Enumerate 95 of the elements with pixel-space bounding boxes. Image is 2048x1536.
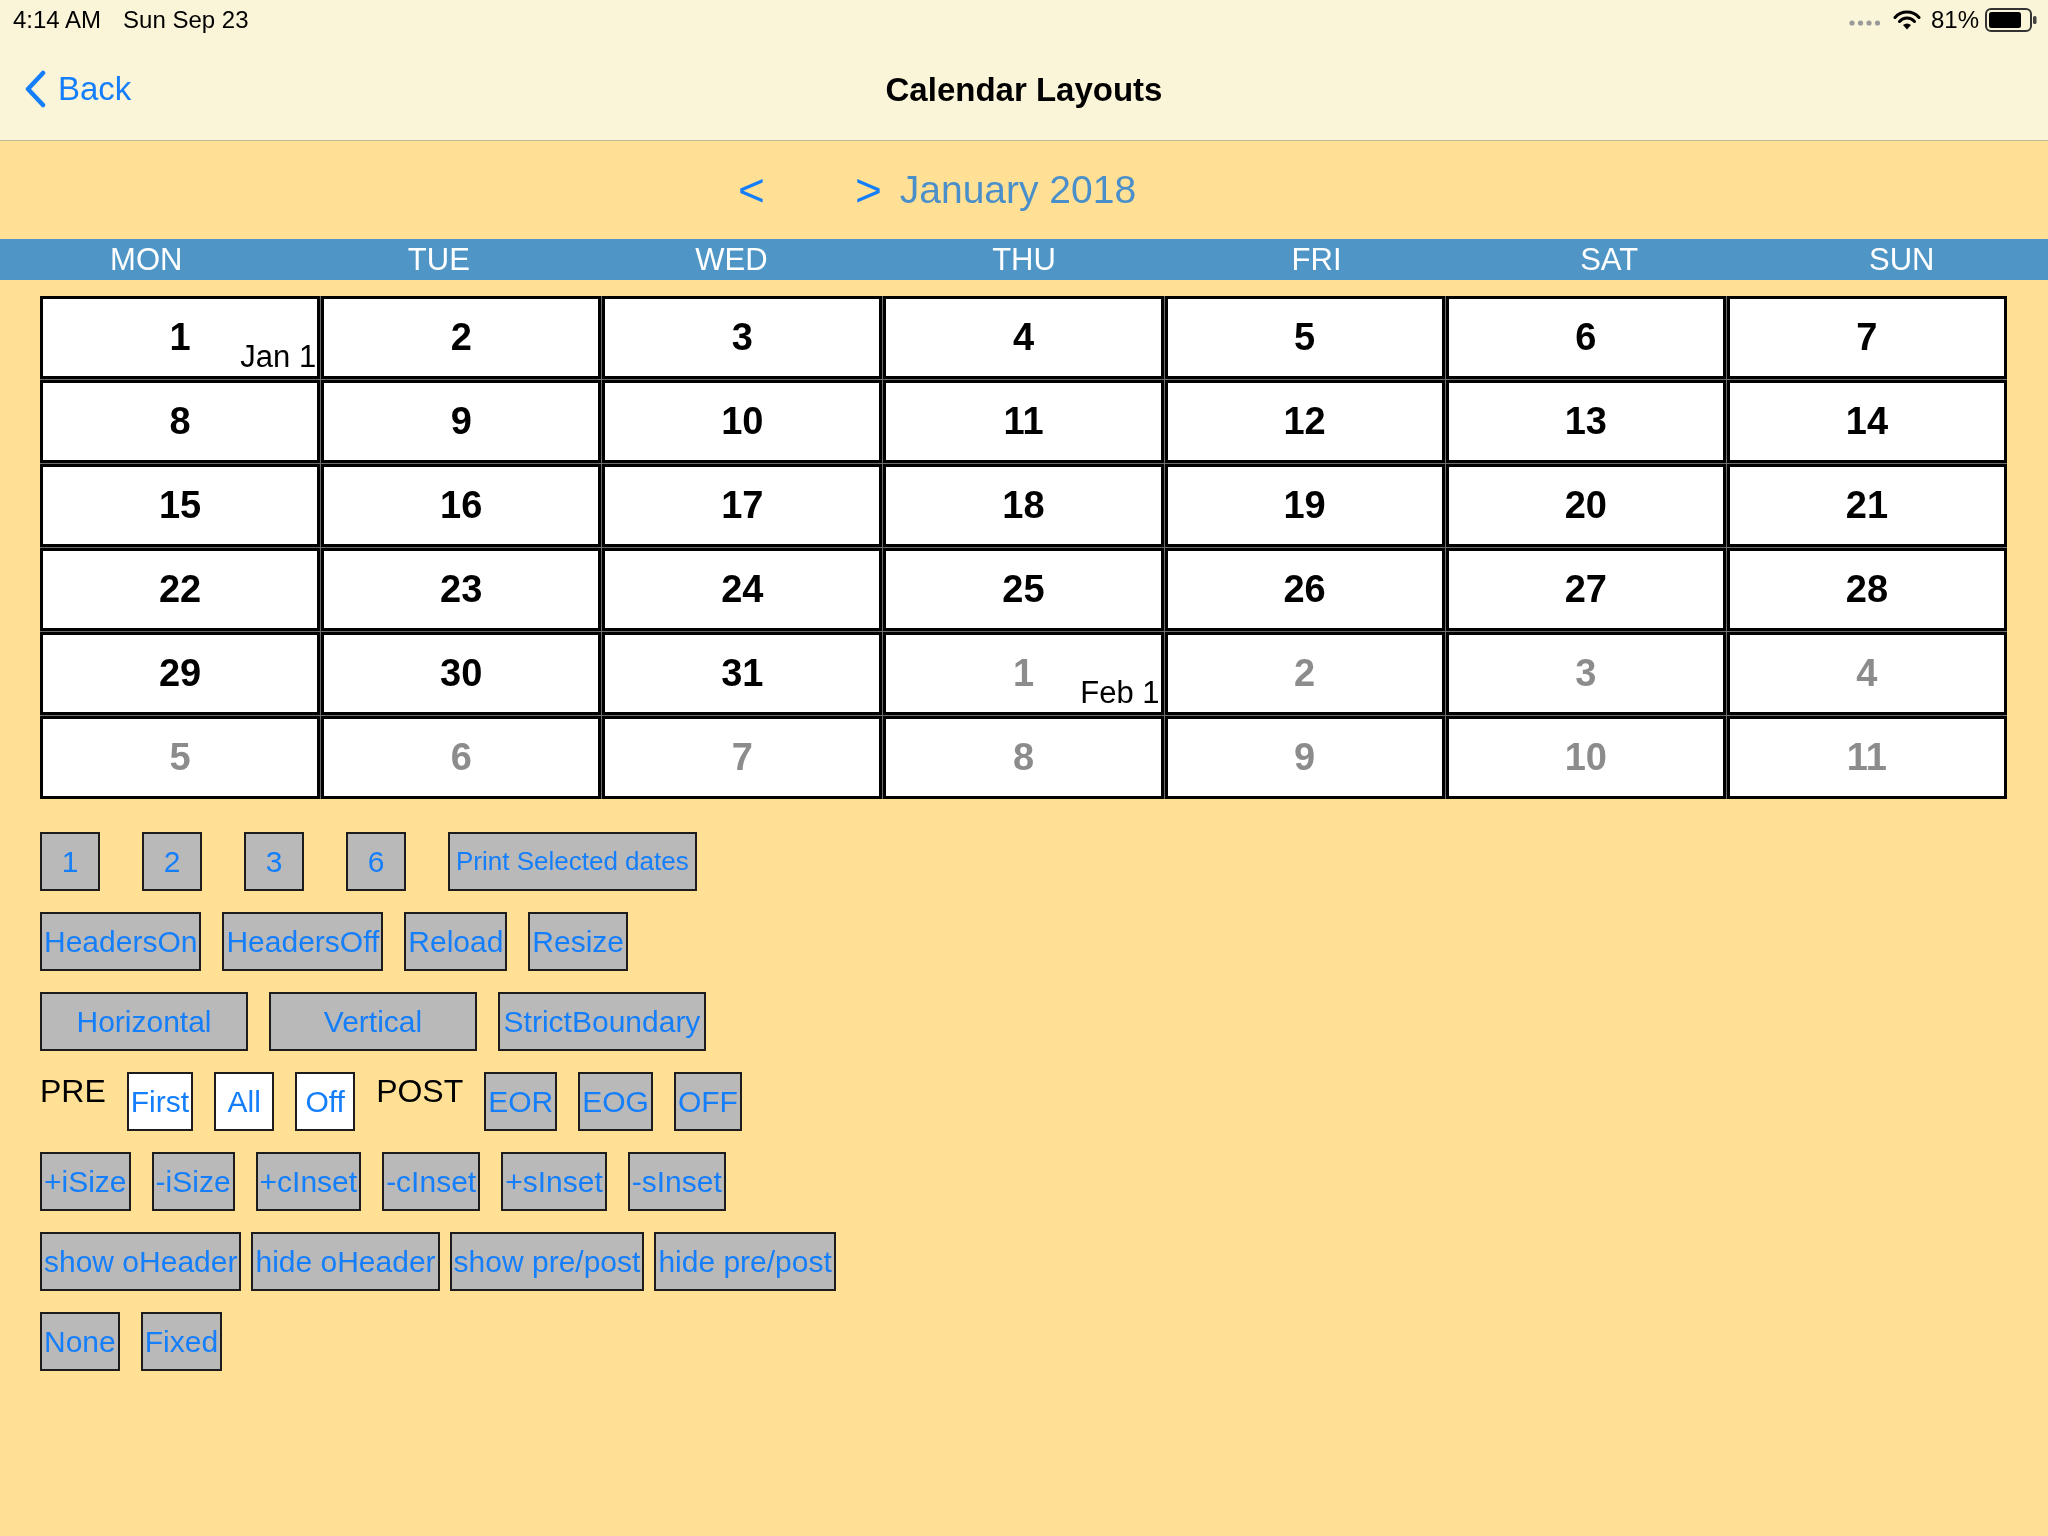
day-cell[interactable]: 5 <box>40 716 321 799</box>
cellular-signal-icon <box>1848 20 1881 26</box>
day-cell[interactable]: 16 <box>321 464 602 547</box>
day-cell[interactable]: 26 <box>1164 548 1445 631</box>
day-cell[interactable]: 6 <box>1445 296 1726 379</box>
option-button[interactable]: All <box>214 1072 275 1131</box>
day-cell[interactable]: 24 <box>602 548 883 631</box>
status-time: 4:14 AM <box>13 6 102 34</box>
day-cell[interactable]: 18 <box>883 464 1164 547</box>
action-button[interactable]: 6 <box>346 832 406 891</box>
weekday-label: WED <box>695 244 768 275</box>
day-cell[interactable]: 19 <box>1164 464 1445 547</box>
action-button[interactable]: Resize <box>528 912 629 971</box>
next-month-button[interactable]: > <box>854 167 882 213</box>
chevron-left-icon <box>24 70 46 108</box>
day-cell[interactable]: 5 <box>1164 296 1445 379</box>
battery-icon <box>1985 8 2037 32</box>
action-button[interactable]: StrictBoundary <box>498 992 706 1051</box>
day-cell[interactable]: 15 <box>40 464 321 547</box>
day-cell[interactable]: 2 <box>1164 632 1445 715</box>
day-cell[interactable]: 29 <box>40 632 321 715</box>
action-button[interactable]: hide oHeader <box>251 1232 440 1291</box>
day-cell[interactable]: 8 <box>40 380 321 463</box>
action-button[interactable]: -cInset <box>382 1152 481 1211</box>
action-button[interactable]: 3 <box>244 832 304 891</box>
day-cell[interactable]: 27 <box>1445 548 1726 631</box>
day-cell[interactable]: 25 <box>883 548 1164 631</box>
action-button[interactable]: EOR <box>484 1072 558 1131</box>
day-cell[interactable]: 7 <box>1726 296 2007 379</box>
weekday-label: SUN <box>1869 244 1935 275</box>
action-button[interactable]: Reload <box>404 912 508 971</box>
day-cell[interactable]: 10 <box>602 380 883 463</box>
day-cell[interactable]: 20 <box>1445 464 1726 547</box>
day-cell[interactable]: 31 <box>602 632 883 715</box>
option-button[interactable]: First <box>126 1072 194 1131</box>
day-cell[interactable]: 4 <box>1726 632 2007 715</box>
action-button[interactable]: Print Selected dates <box>448 832 697 891</box>
day-cell[interactable]: 3 <box>1445 632 1726 715</box>
action-button[interactable]: Horizontal <box>40 992 248 1051</box>
action-button[interactable]: 2 <box>142 832 202 891</box>
day-cell[interactable]: 1 Jan 1 <box>40 296 321 379</box>
day-cell[interactable]: 12 <box>1164 380 1445 463</box>
action-button[interactable]: OFF <box>673 1072 742 1131</box>
action-button[interactable]: +cInset <box>255 1152 362 1211</box>
weekday-label: THU <box>992 244 1056 275</box>
action-button[interactable]: Fixed <box>140 1312 223 1371</box>
action-button[interactable]: +iSize <box>40 1152 131 1211</box>
action-button[interactable]: 1 <box>40 832 100 891</box>
day-cell[interactable]: 7 <box>602 716 883 799</box>
day-cell[interactable]: 21 <box>1726 464 2007 547</box>
month-start-label: Jan 1 <box>240 339 317 374</box>
action-button[interactable]: Vertical <box>269 992 477 1051</box>
day-cell[interactable]: 2 <box>321 296 602 379</box>
page-title: Calendar Layouts <box>885 71 1163 109</box>
action-button[interactable]: -sInset <box>627 1152 726 1211</box>
battery-percentage: 81% <box>1930 6 1979 34</box>
month-title: January 2018 <box>899 168 1137 212</box>
weekday-label: TUE <box>407 244 470 275</box>
status-date: Sun Sep 23 <box>123 6 249 34</box>
option-button[interactable]: Off <box>295 1072 356 1131</box>
day-cell[interactable]: 3 <box>602 296 883 379</box>
day-cell[interactable]: 11 <box>883 380 1164 463</box>
day-cell[interactable]: 22 <box>40 548 321 631</box>
action-button[interactable]: show pre/post <box>449 1232 645 1291</box>
day-cell[interactable]: 13 <box>1445 380 1726 463</box>
action-button[interactable]: HeadersOn <box>40 912 202 971</box>
weekday-label: MON <box>110 244 183 275</box>
day-cell[interactable]: 9 <box>1164 716 1445 799</box>
action-button[interactable]: -iSize <box>151 1152 235 1211</box>
wifi-icon <box>1892 10 1921 30</box>
action-button[interactable]: +sInset <box>501 1152 607 1211</box>
action-button[interactable]: EOG <box>578 1072 653 1131</box>
day-cell[interactable]: 17 <box>602 464 883 547</box>
day-cell[interactable]: 14 <box>1726 380 2007 463</box>
group-label: PRE <box>40 1074 106 1110</box>
action-button[interactable]: hide pre/post <box>654 1232 836 1291</box>
group-label: POST <box>376 1074 464 1110</box>
action-button[interactable]: None <box>40 1312 120 1371</box>
day-cell[interactable]: 28 <box>1726 548 2007 631</box>
day-cell[interactable]: 4 <box>883 296 1164 379</box>
day-cell[interactable]: 8 <box>883 716 1164 799</box>
day-cell[interactable]: 30 <box>321 632 602 715</box>
back-button[interactable]: Back <box>24 70 132 108</box>
day-cell[interactable]: 11 <box>1726 716 2007 799</box>
day-cell[interactable]: 6 <box>321 716 602 799</box>
weekday-label: SAT <box>1580 244 1639 275</box>
weekday-label: FRI <box>1291 244 1342 275</box>
day-cell[interactable]: 1 Feb 1 <box>883 632 1164 715</box>
previous-month-button[interactable]: < <box>738 167 765 213</box>
day-cell[interactable]: 10 <box>1445 716 1726 799</box>
action-button[interactable]: show oHeader <box>40 1232 242 1291</box>
month-start-label: Feb 1 <box>1080 675 1160 710</box>
day-cell[interactable]: 9 <box>321 380 602 463</box>
action-button[interactable]: HeadersOff <box>222 912 384 971</box>
day-cell[interactable]: 23 <box>321 548 602 631</box>
